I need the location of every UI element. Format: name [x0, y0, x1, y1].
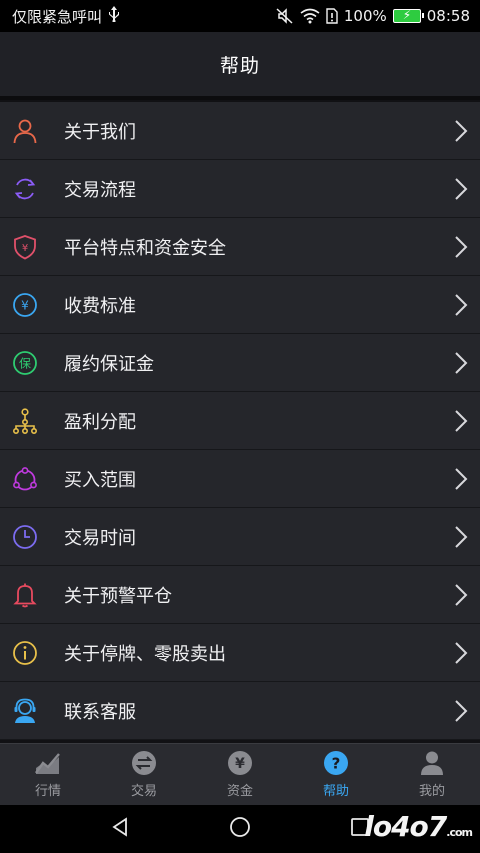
menu-item-suspension-odd-lot[interactable]: 关于停牌、零股卖出	[0, 624, 480, 682]
svg-text:¥: ¥	[21, 298, 29, 312]
menu-item-profit-distribution[interactable]: 盈利分配	[0, 392, 480, 450]
refresh-cycle-icon	[12, 176, 38, 202]
tab-label: 我的	[418, 784, 445, 799]
clock-time: 08:58	[426, 7, 470, 25]
chevron-right-icon	[455, 351, 468, 374]
chevron-right-icon	[455, 641, 468, 664]
svg-text:¥: ¥	[22, 243, 28, 254]
page-title: 帮助	[219, 54, 260, 77]
info-icon	[12, 640, 38, 666]
battery-percent: 100%	[343, 7, 387, 25]
menu-label: 交易时间	[64, 527, 136, 549]
svg-text:¥: ¥	[235, 756, 245, 772]
menu-item-fee-standard[interactable]: ¥ 收费标准	[0, 276, 480, 334]
bottom-tab-bar: 行情 交易 ¥ 资金 ? 帮助 我的	[0, 743, 480, 805]
tab-trade[interactable]: 交易	[96, 744, 192, 805]
tab-label: 帮助	[322, 784, 349, 799]
menu-label: 关于停牌、零股卖出	[64, 643, 226, 665]
tab-mine[interactable]: 我的	[384, 744, 480, 805]
chevron-right-icon	[455, 293, 468, 316]
yen-circle-icon: ¥	[12, 292, 38, 318]
menu-label: 平台特点和资金安全	[64, 237, 226, 259]
menu-label: 买入范围	[64, 469, 136, 491]
yen-icon: ¥	[227, 750, 253, 776]
chevron-right-icon	[455, 525, 468, 548]
svg-text:保: 保	[19, 356, 31, 370]
tab-label: 行情	[34, 784, 61, 799]
tab-funds[interactable]: ¥ 资金	[192, 744, 288, 805]
chevron-right-icon	[455, 699, 468, 722]
tab-market[interactable]: 行情	[0, 744, 96, 805]
chevron-right-icon	[455, 119, 468, 142]
menu-item-buy-range[interactable]: 买入范围	[0, 450, 480, 508]
help-icon: ?	[323, 750, 349, 776]
chevron-right-icon	[455, 235, 468, 258]
person-icon	[12, 118, 38, 144]
chevron-right-icon	[455, 409, 468, 432]
svg-text:?: ?	[332, 755, 341, 773]
wifi-icon	[300, 8, 320, 24]
menu-item-platform-security[interactable]: ¥ 平台特点和资金安全	[0, 218, 480, 276]
menu-label: 盈利分配	[64, 411, 136, 433]
tab-help[interactable]: ? 帮助	[288, 744, 384, 805]
menu-item-trading-hours[interactable]: 交易时间	[0, 508, 480, 566]
back-icon[interactable]	[109, 816, 131, 842]
guarantee-icon: 保	[12, 350, 38, 376]
chevron-right-icon	[455, 583, 468, 606]
mute-icon	[276, 8, 294, 24]
status-bar: 仅限紧急呼叫 100% ⚡ 08:58	[0, 0, 480, 32]
usb-icon	[108, 6, 120, 26]
menu-label: 收费标准	[64, 295, 136, 317]
carrier-text: 仅限紧急呼叫	[12, 7, 103, 26]
menu-label: 关于我们	[64, 121, 136, 143]
headset-icon	[12, 698, 38, 724]
app-header: 帮助	[0, 32, 480, 100]
menu-label: 联系客服	[64, 701, 136, 723]
help-menu-list: 关于我们 交易流程 ¥ 平台特点和资金安全 ¥ 收费标准 保 履约保证金 盈利分…	[0, 102, 480, 740]
chevron-right-icon	[455, 177, 468, 200]
menu-item-contact-service[interactable]: 联系客服	[0, 682, 480, 740]
menu-item-performance-deposit[interactable]: 保 履约保证金	[0, 334, 480, 392]
home-icon[interactable]	[229, 816, 251, 842]
range-icon	[12, 466, 38, 492]
chart-icon	[35, 750, 61, 776]
tab-label: 交易	[130, 784, 157, 799]
menu-item-trade-process[interactable]: 交易流程	[0, 160, 480, 218]
clock-icon	[12, 524, 38, 550]
menu-label: 履约保证金	[64, 353, 154, 375]
bell-icon	[12, 582, 38, 608]
tab-label: 资金	[226, 784, 253, 799]
chevron-right-icon	[455, 467, 468, 490]
shield-icon: ¥	[12, 234, 38, 260]
menu-label: 交易流程	[64, 179, 136, 201]
menu-item-about-us[interactable]: 关于我们	[0, 102, 480, 160]
user-icon	[419, 750, 445, 776]
menu-item-warning-liquidation[interactable]: 关于预警平仓	[0, 566, 480, 624]
exchange-icon	[131, 750, 157, 776]
watermark-logo: lo4o7.com	[364, 810, 473, 843]
battery-icon: ⚡	[392, 8, 424, 23]
sim-icon	[326, 8, 338, 24]
hierarchy-icon	[12, 407, 38, 434]
menu-label: 关于预警平仓	[64, 585, 172, 607]
